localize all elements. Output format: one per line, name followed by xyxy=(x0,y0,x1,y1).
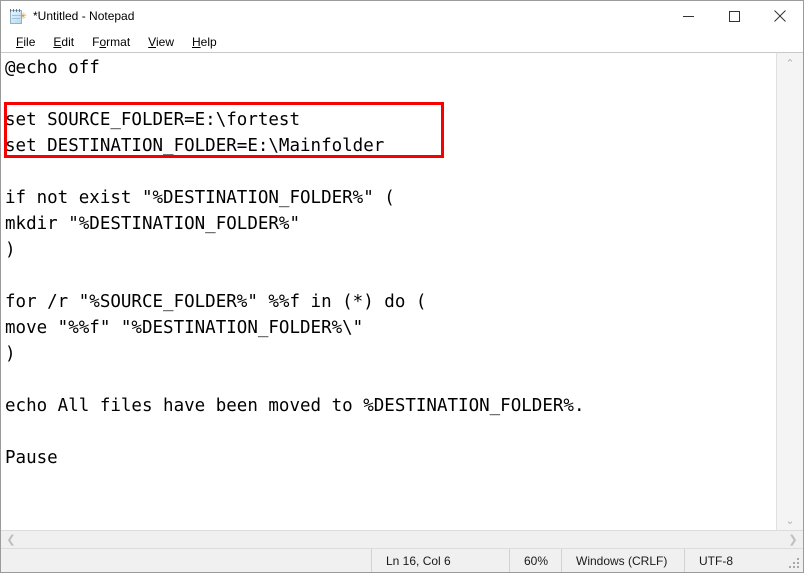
horizontal-scrollbar[interactable]: ❮ ❯ xyxy=(1,530,803,548)
maximize-button[interactable] xyxy=(711,1,757,31)
scroll-left-icon[interactable]: ❮ xyxy=(1,531,21,549)
status-encoding[interactable]: UTF-8 xyxy=(684,549,774,572)
text-editor[interactable]: @echo off set SOURCE_FOLDER=E:\fortestse… xyxy=(1,52,776,530)
menu-item-file[interactable]: File xyxy=(7,33,44,51)
status-bar-spacer xyxy=(1,549,371,572)
minimize-button[interactable] xyxy=(665,1,711,31)
status-bar: Ln 16, Col 6 60% Windows (CRLF) UTF-8 xyxy=(1,548,803,572)
vertical-scrollbar[interactable]: ⌃ ⌄ xyxy=(776,52,803,530)
code-line: Pause xyxy=(5,448,58,468)
code-line: echo All files have been moved to %DESTI… xyxy=(5,396,585,416)
code-line: set SOURCE_FOLDER=E:\fortest xyxy=(5,110,301,130)
caption-button-group xyxy=(665,1,803,31)
menu-item-format[interactable]: Format xyxy=(83,33,139,51)
editor-row: @echo off set SOURCE_FOLDER=E:\fortestse… xyxy=(1,52,803,530)
code-line: for /r "%SOURCE_FOLDER%" %%f in (*) do ( xyxy=(5,292,427,312)
scroll-right-icon[interactable]: ❯ xyxy=(783,531,803,549)
status-line-ending[interactable]: Windows (CRLF) xyxy=(561,549,684,572)
horizontal-scroll-track[interactable] xyxy=(21,531,783,549)
scroll-down-icon[interactable]: ⌄ xyxy=(777,510,804,530)
status-zoom-level[interactable]: 60% xyxy=(509,549,561,572)
menu-item-help[interactable]: Help xyxy=(183,33,226,51)
code-line: ) xyxy=(5,240,16,260)
maximize-icon xyxy=(728,10,740,22)
code-line: move "%%f" "%DESTINATION_FOLDER%\" xyxy=(5,318,364,338)
code-line: if not exist "%DESTINATION_FOLDER%" ( xyxy=(5,188,395,208)
minimize-icon xyxy=(682,15,694,17)
text-content: @echo off set SOURCE_FOLDER=E:\fortestse… xyxy=(5,55,776,471)
code-line: set DESTINATION_FOLDER=E:\Mainfolder xyxy=(5,136,385,156)
menu-item-edit[interactable]: Edit xyxy=(44,33,83,51)
scroll-up-icon[interactable]: ⌃ xyxy=(777,53,804,73)
close-icon xyxy=(774,10,786,22)
code-line: @echo off xyxy=(5,58,100,78)
code-line: mkdir "%DESTINATION_FOLDER%" xyxy=(5,214,301,234)
code-line: ) xyxy=(5,344,16,364)
notepad-icon: ✳ xyxy=(9,8,27,25)
notepad-window: ✳ *Untitled - Notepad File Edit Format V… xyxy=(0,0,804,573)
editor-region: @echo off set SOURCE_FOLDER=E:\fortestse… xyxy=(1,52,803,548)
window-title: *Untitled - Notepad xyxy=(33,9,135,23)
close-button[interactable] xyxy=(757,1,803,31)
menu-item-view[interactable]: View xyxy=(139,33,183,51)
menu-bar: File Edit Format View Help xyxy=(1,31,803,52)
icon-badge: ✳ xyxy=(19,10,27,21)
title-bar[interactable]: ✳ *Untitled - Notepad xyxy=(1,1,803,31)
resize-grip-icon[interactable] xyxy=(789,558,800,569)
vertical-scroll-track[interactable] xyxy=(777,73,804,510)
status-cursor-position: Ln 16, Col 6 xyxy=(371,549,509,572)
